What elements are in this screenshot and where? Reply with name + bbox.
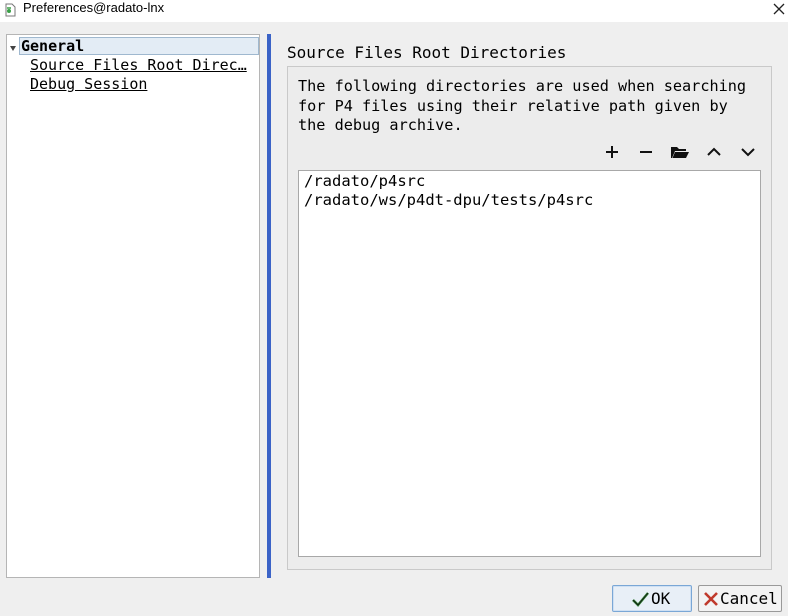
description-line: for P4 files using their relative path g… (298, 96, 728, 115)
title-bar: Preferences@radato-lnx (0, 0, 788, 22)
tree-item-label: Debug Session (30, 75, 148, 93)
add-icon (606, 146, 618, 158)
move-down-icon (741, 148, 755, 157)
expand-arrow-icon[interactable] (10, 46, 16, 51)
close-icon[interactable] (771, 1, 787, 17)
tree-item-debug-session[interactable]: Debug Session (30, 75, 147, 93)
ok-label: OK (651, 589, 671, 608)
app-icon (5, 3, 16, 17)
window-title: Preferences@radato-lnx (23, 0, 165, 15)
section-title: Source Files Root Directories (287, 43, 567, 62)
tree-item-general[interactable]: General (10, 37, 259, 55)
splitter-bar[interactable] (267, 34, 271, 578)
list-item[interactable]: /radato/p4src (304, 172, 425, 191)
cancel-button[interactable]: Cancel (698, 585, 782, 612)
description-line: the debug archive. (298, 116, 463, 134)
remove-button[interactable] (635, 142, 657, 162)
remove-icon (640, 151, 652, 153)
move-up-icon (707, 147, 721, 156)
list-item[interactable]: /radato/ws/p4dt-dpu/tests/p4src (304, 191, 593, 210)
preferences-tree[interactable]: General Source Files Root Direc… Debug S… (6, 34, 260, 578)
tree-item-label: General (21, 37, 85, 55)
ok-button[interactable]: OK (612, 585, 692, 612)
ok-check-icon (632, 592, 649, 607)
cancel-label: Cancel (720, 589, 778, 608)
directory-list[interactable]: /radato/p4src /radato/ws/p4dt-dpu/tests/… (298, 170, 761, 557)
description-line: The following directories are used when … (298, 77, 747, 95)
folder-open-icon (671, 147, 689, 158)
tree-item-label: Source Files Root Direc… (30, 56, 247, 74)
move-up-button[interactable] (703, 142, 725, 162)
cancel-x-icon (704, 592, 718, 606)
add-button[interactable] (601, 142, 623, 162)
browse-folder-button[interactable] (669, 142, 691, 162)
tree-item-source-files[interactable]: Source Files Root Direc… (30, 56, 247, 74)
move-down-button[interactable] (737, 142, 759, 162)
description-text: The following directories are used when … (298, 77, 768, 136)
